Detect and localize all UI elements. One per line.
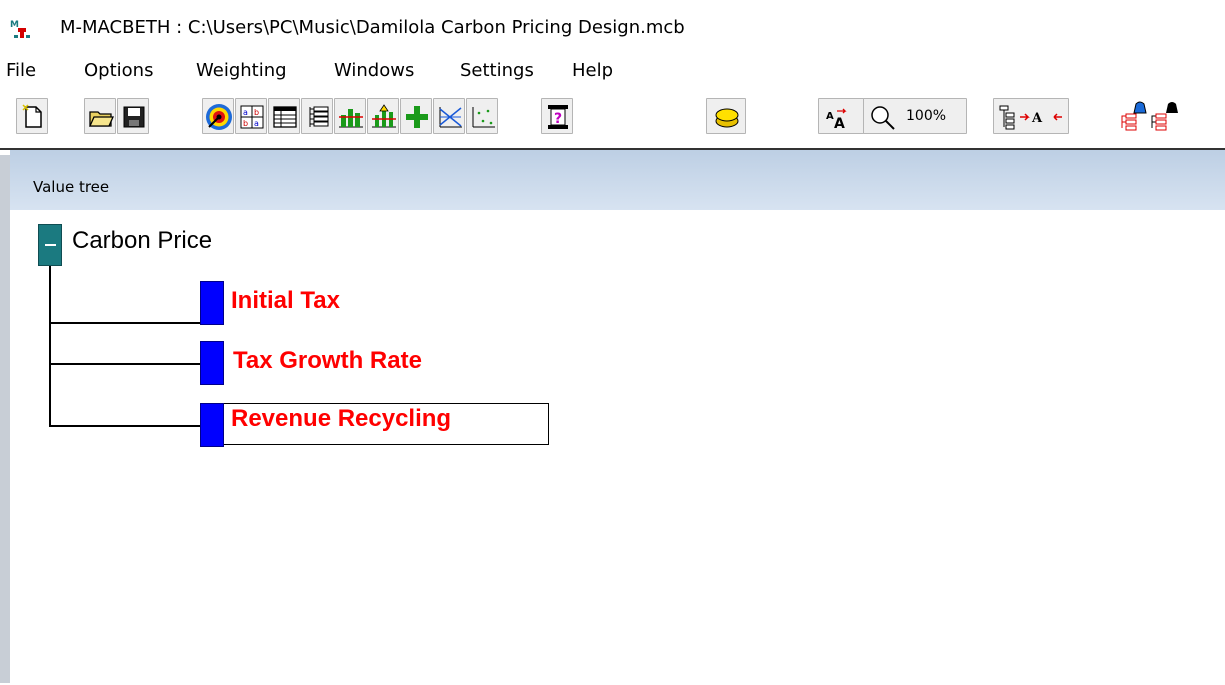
lines-chart-icon[interactable] [433, 98, 465, 134]
target-icon[interactable] [202, 98, 234, 134]
svg-text:b: b [254, 108, 259, 117]
menu-weighting[interactable]: Weighting [196, 60, 287, 81]
tree-expand-icon[interactable]: A [993, 98, 1069, 134]
tree-node-box[interactable] [200, 341, 224, 385]
panel-title: Value tree [33, 178, 110, 196]
window-title: M-MACBETH : C:\Users\PC\Music\Damilola C… [60, 17, 685, 38]
toolbar: abba ? AA 100% A [0, 88, 1225, 146]
svg-text:A: A [826, 111, 834, 122]
title-bar: M M-MACBETH : C:\Users\PC\Music\Damilola… [0, 0, 1225, 58]
macbeth-app-icon: M [10, 18, 30, 40]
tree-node-box[interactable] [200, 281, 224, 325]
tree-connector [49, 425, 200, 427]
tree-node-label[interactable]: Tax Growth Rate [233, 347, 422, 375]
menu-windows[interactable]: Windows [334, 60, 414, 81]
coin-icon[interactable] [706, 98, 746, 134]
weight-red-tree-icon[interactable] [1116, 98, 1152, 134]
menu-bar: File Options Weighting Windows Settings … [0, 58, 1225, 88]
weight-black-tree-icon[interactable] [1148, 98, 1184, 134]
new-file-icon[interactable] [16, 98, 48, 134]
tree-node-label[interactable]: Revenue Recycling [231, 405, 451, 433]
open-folder-icon[interactable] [84, 98, 116, 134]
tree-connector [49, 363, 200, 365]
tree-connector-vertical [49, 266, 51, 426]
svg-text:a: a [254, 119, 259, 128]
scatter-icon[interactable] [466, 98, 498, 134]
tree-list-icon[interactable] [301, 98, 333, 134]
svg-text:b: b [243, 119, 248, 128]
menu-settings[interactable]: Settings [460, 60, 534, 81]
table-icon[interactable] [268, 98, 300, 134]
value-tree-canvas[interactable] [10, 210, 1225, 683]
zoom-icon [871, 106, 895, 130]
root-node-collapse-button[interactable] [38, 224, 62, 266]
panel-header [10, 150, 1225, 210]
svg-text:A: A [834, 116, 845, 132]
add-icon[interactable] [400, 98, 432, 134]
svg-text:A: A [1031, 111, 1043, 126]
svg-text:a: a [243, 108, 248, 117]
ab-matrix-icon[interactable]: abba [235, 98, 267, 134]
menu-options[interactable]: Options [84, 60, 153, 81]
thermometer-chart-icon[interactable] [367, 98, 399, 134]
question-page-icon[interactable]: ? [541, 98, 573, 134]
bar-chart-icon[interactable] [334, 98, 366, 134]
zoom-control[interactable]: 100% [863, 98, 967, 134]
menu-help[interactable]: Help [572, 60, 613, 81]
tree-node-label[interactable]: Initial Tax [231, 287, 340, 315]
tree-node-box[interactable] [200, 403, 224, 447]
svg-text:?: ? [554, 111, 562, 127]
save-icon[interactable] [117, 98, 149, 134]
minus-icon [45, 244, 56, 246]
font-size-icon[interactable]: AA [818, 98, 864, 134]
tree-connector [49, 322, 200, 324]
menu-file[interactable]: File [6, 60, 36, 81]
zoom-level: 100% [906, 108, 947, 124]
root-node-label[interactable]: Carbon Price [72, 227, 212, 255]
svg-text:M: M [10, 20, 19, 30]
